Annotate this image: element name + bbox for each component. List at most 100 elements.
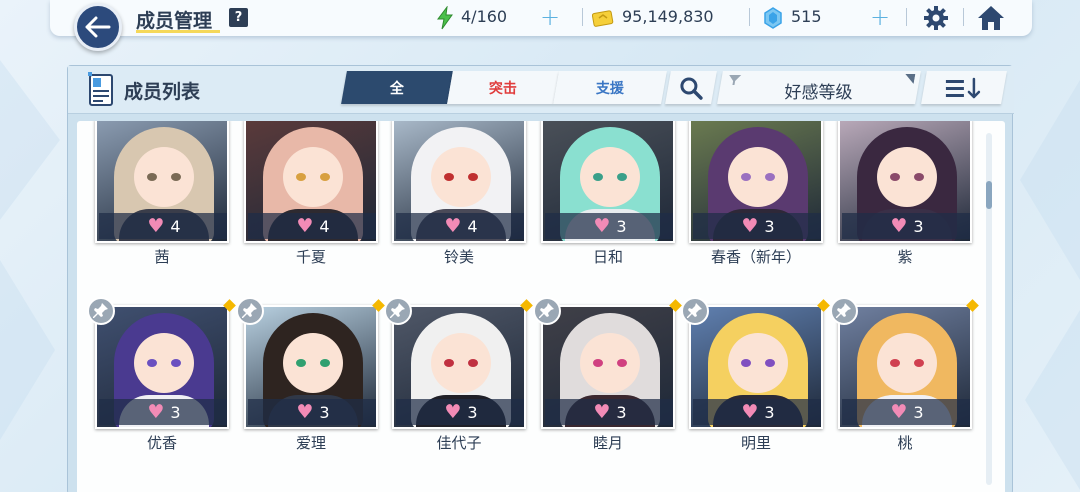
sort-label: 好感等级: [784, 83, 853, 103]
affinity-badge: ♥ 3: [248, 399, 376, 425]
back-button[interactable]: [74, 3, 122, 51]
member-portrait: ♥ 3: [392, 305, 526, 429]
member-card[interactable]: ♥ 3 桃: [830, 297, 979, 453]
affinity-level: 4: [319, 216, 330, 236]
gems-plus-button[interactable]: +: [870, 3, 890, 31]
pin-icon[interactable]: [533, 297, 561, 325]
member-card[interactable]: ♥ 3 爱理: [236, 297, 385, 453]
member-grid: ♥ 4 茜 ♥ 4 千夏 ♥ 4 铃美 ♥ 3 日和 ♥ 3 春香（新年） ♥ …: [77, 121, 1005, 492]
member-name: 明里: [740, 434, 771, 452]
heart-icon: ♥: [444, 400, 462, 423]
sort-order-button[interactable]: [921, 71, 1007, 104]
title-underline: [136, 30, 220, 33]
background-pattern: [0, 60, 60, 440]
member-portrait: ♥ 4: [95, 121, 229, 243]
member-card[interactable]: ♥ 4 铃美: [392, 121, 526, 267]
member-portrait: ♥ 3: [689, 305, 823, 429]
member-portrait: ♥ 4: [244, 121, 378, 243]
heart-icon: ♥: [741, 214, 759, 237]
member-card[interactable]: ♥ 3 明里: [681, 297, 830, 453]
affinity-level: 3: [616, 216, 627, 236]
panel-title: 成员列表: [124, 81, 201, 103]
member-card[interactable]: ♥ 4 千夏: [244, 121, 378, 267]
search-icon: [680, 77, 703, 100]
dropdown-corner-icon: [905, 74, 916, 84]
divider: [963, 8, 964, 26]
member-card[interactable]: ♥ 4 茜: [95, 121, 229, 267]
heart-icon: ♥: [444, 214, 462, 237]
credit-icon: [592, 10, 614, 27]
member-list-icon: [88, 72, 113, 106]
member-name: 桃: [897, 434, 913, 452]
affinity-badge: ♥ 3: [396, 399, 524, 425]
affinity-badge: ♥ 3: [693, 213, 821, 239]
member-portrait: ♥ 3: [541, 305, 675, 429]
member-portrait: ♥ 4: [392, 121, 526, 243]
affinity-badge: ♥ 4: [396, 213, 524, 239]
pin-icon[interactable]: [236, 297, 264, 325]
home-icon[interactable]: [976, 4, 1006, 32]
sort-dropdown[interactable]: 好感等级: [717, 71, 921, 104]
sort-descending-icon: [946, 77, 981, 98]
affinity-badge: ♥ 4: [248, 213, 376, 239]
member-name: 茜: [154, 248, 170, 266]
member-card[interactable]: ♥ 3 睦月: [533, 297, 682, 453]
affinity-level: 3: [913, 402, 924, 422]
heart-icon: ♥: [296, 400, 314, 423]
member-card[interactable]: ♥ 3 春香（新年）: [689, 121, 823, 267]
tab-label: 支援: [596, 80, 624, 97]
affinity-level: 3: [467, 402, 478, 422]
affinity-badge: ♥ 3: [842, 399, 970, 425]
pin-icon[interactable]: [384, 297, 412, 325]
tab-assault[interactable]: 突击: [447, 71, 559, 104]
heart-icon: ♥: [296, 214, 314, 237]
gear-icon[interactable]: [923, 5, 949, 31]
member-card[interactable]: ♥ 3 紫: [838, 121, 972, 267]
member-name: 佳代子: [436, 434, 482, 452]
heart-icon: ♥: [890, 214, 908, 237]
search-button[interactable]: [665, 71, 717, 104]
arrow-left-icon: [85, 16, 111, 38]
page-title: 成员管理: [136, 10, 213, 32]
affinity-badge: ♥ 3: [842, 213, 970, 239]
tab-all[interactable]: 全: [341, 71, 453, 104]
lightning-icon: [437, 6, 453, 30]
member-name: 紫: [897, 248, 913, 266]
member-portrait: ♥ 3: [244, 305, 378, 429]
member-portrait: ♥ 3: [838, 121, 972, 243]
tab-support[interactable]: 支援: [553, 71, 667, 104]
member-portrait: ♥ 3: [95, 305, 229, 429]
gem-icon: [764, 7, 782, 29]
member-name: 爱理: [295, 434, 326, 452]
heart-icon: ♥: [593, 214, 611, 237]
member-name: 千夏: [295, 248, 326, 266]
credits-value: 95,149,830: [622, 7, 714, 26]
help-button[interactable]: ?: [229, 8, 248, 27]
member-card[interactable]: ♥ 3 优香: [87, 297, 236, 453]
affinity-level: 3: [319, 402, 330, 422]
member-name: 优香: [146, 434, 177, 452]
affinity-badge: ♥ 3: [545, 399, 673, 425]
gems-value: 515: [791, 7, 822, 26]
member-name: 日和: [592, 248, 623, 266]
member-list-panel: 成员列表 全 突击 支援 好感等级 ♥ 4 茜 ♥ 4 千夏 ♥ 4 铃美 ♥ …: [67, 65, 1014, 492]
affinity-level: 3: [170, 402, 181, 422]
member-name: 铃美: [443, 248, 474, 266]
ap-plus-button[interactable]: +: [540, 3, 560, 31]
divider: [906, 8, 907, 26]
ap-value: 4/160: [461, 7, 508, 26]
pin-icon[interactable]: [830, 297, 858, 325]
pin-icon[interactable]: [87, 297, 115, 325]
member-name: 睦月: [592, 434, 623, 452]
pin-icon[interactable]: [681, 297, 709, 325]
tab-label: 全: [390, 80, 404, 97]
heart-icon: ♥: [741, 400, 759, 423]
scrollbar-thumb[interactable]: [986, 181, 992, 209]
affinity-level: 3: [913, 216, 924, 236]
affinity-level: 3: [616, 402, 627, 422]
affinity-badge: ♥ 3: [545, 213, 673, 239]
heart-icon: ♥: [890, 400, 908, 423]
divider: [582, 8, 583, 26]
member-card[interactable]: ♥ 3 佳代子: [384, 297, 533, 453]
member-card[interactable]: ♥ 3 日和: [541, 121, 675, 267]
